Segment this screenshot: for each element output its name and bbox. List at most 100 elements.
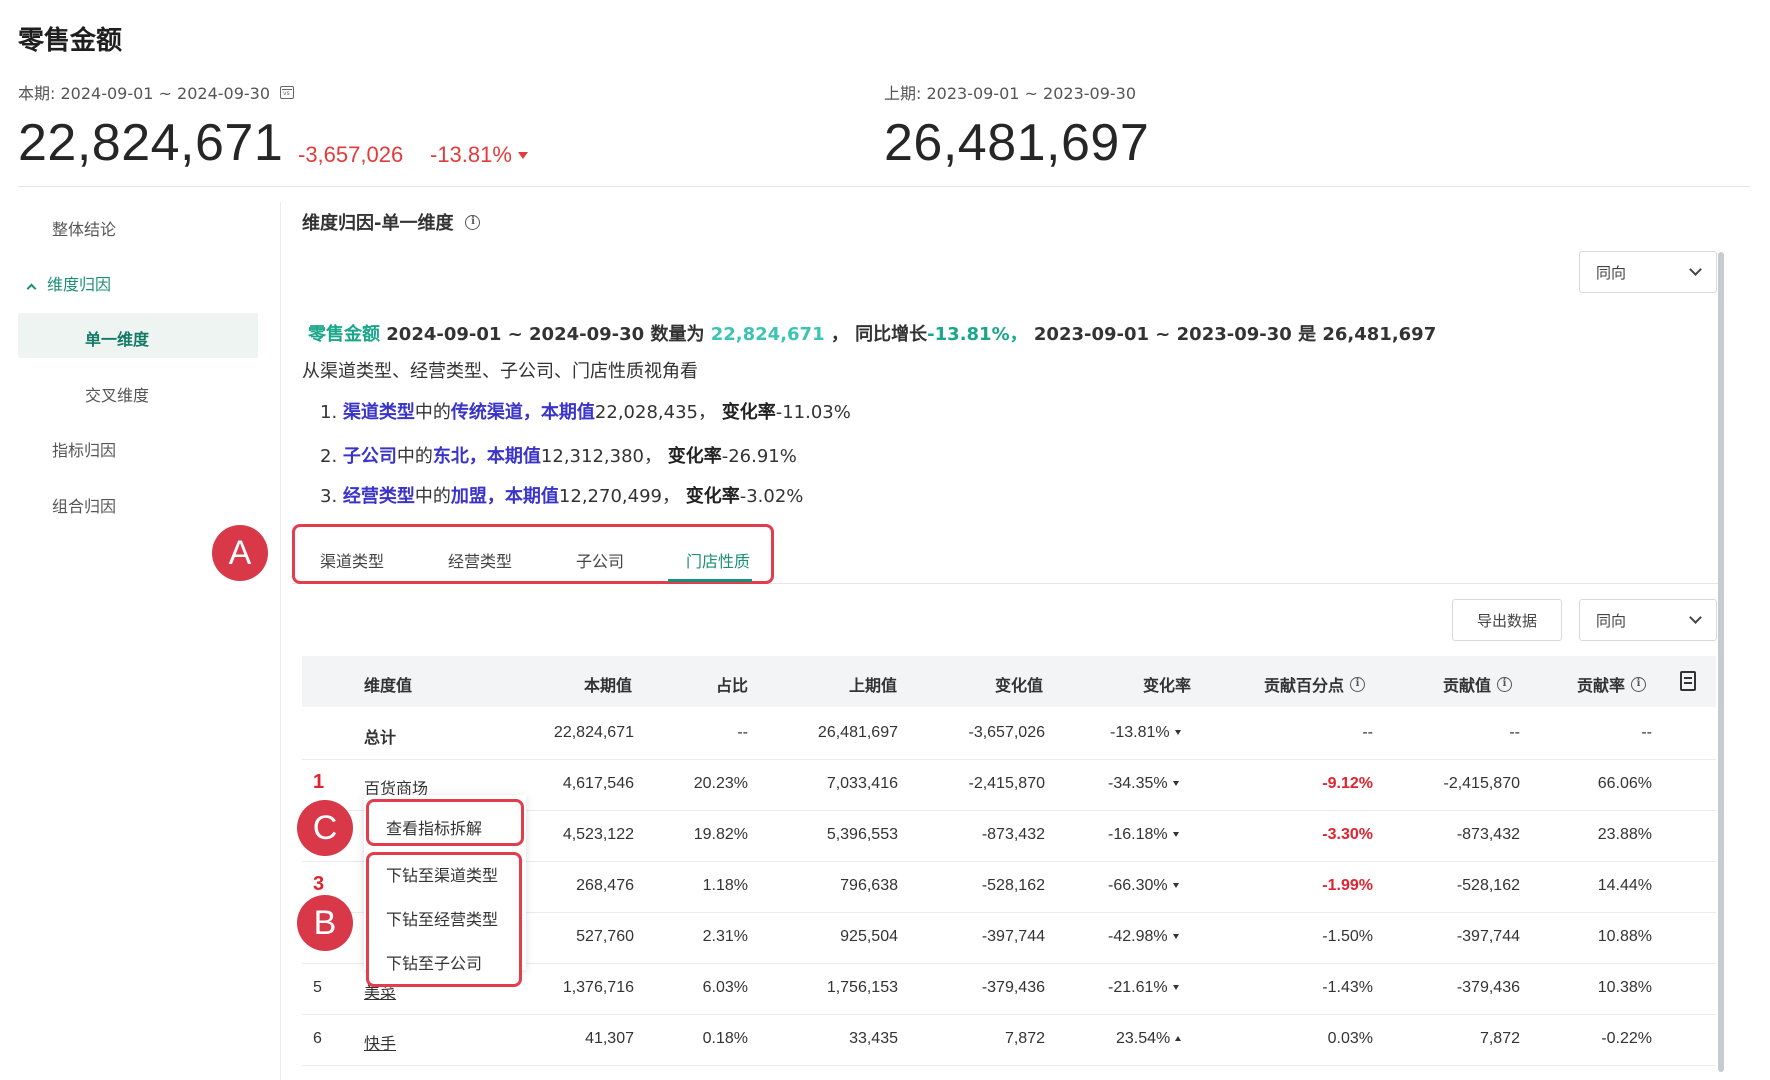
finding-current-label: 本期值 bbox=[486, 446, 541, 467]
column-header-current[interactable]: 本期值 bbox=[584, 672, 632, 696]
chevron-down-icon bbox=[1689, 610, 1702, 624]
finding-rate-label: 变化率 bbox=[721, 402, 776, 423]
export-button[interactable]: 导出数据 bbox=[1452, 599, 1562, 641]
summary-yoy: -13.81%， bbox=[927, 324, 1028, 345]
cell-contrib: -397,744 bbox=[1456, 928, 1520, 945]
finding-current-label: 本期值 bbox=[540, 402, 595, 423]
cell-previous: 1,756,153 bbox=[826, 979, 898, 996]
direction-select[interactable]: 同向 bbox=[1579, 251, 1717, 293]
cell-contrib-rate: 14.44% bbox=[1597, 877, 1652, 894]
column-header-contrib[interactable]: 贡献值 i bbox=[1443, 672, 1513, 696]
summary-sep: ， bbox=[830, 324, 849, 345]
row-divider bbox=[302, 759, 1716, 760]
summary-prev-value: 26,481,697 bbox=[1322, 324, 1437, 345]
sidebar-item-metric[interactable]: 指标归因 bbox=[52, 437, 116, 461]
page-title: 零售金额 bbox=[18, 26, 123, 56]
chevron-up-icon bbox=[26, 283, 37, 294]
annotation-badge-b: B bbox=[297, 895, 353, 951]
table-direction-select[interactable]: 同向 bbox=[1579, 599, 1717, 641]
row-divider bbox=[302, 1065, 1716, 1066]
cell-rate-value: 23.54% bbox=[1116, 1030, 1171, 1047]
sidebar-item-overall[interactable]: 整体结论 bbox=[52, 216, 116, 240]
column-header-change[interactable]: 变化值 bbox=[995, 672, 1043, 696]
finding-current: 12,312,380， bbox=[540, 446, 662, 467]
info-icon[interactable]: i bbox=[465, 214, 481, 230]
tab-business-type[interactable]: 经营类型 bbox=[448, 548, 512, 572]
cell-change: -873,432 bbox=[981, 826, 1045, 843]
cell-share: 6.03% bbox=[702, 979, 748, 996]
column-header-rate[interactable]: 变化率 bbox=[1143, 672, 1191, 696]
menu-item-drill-business[interactable]: 下钻至经营类型 bbox=[386, 906, 498, 930]
sidebar-item-dimension-label: 维度归因 bbox=[47, 275, 112, 294]
column-header-pp[interactable]: 贡献百分点 i bbox=[1264, 672, 1366, 696]
cell-pp: -- bbox=[1362, 724, 1373, 741]
section-title-text: 维度归因-单一维度 bbox=[302, 213, 454, 234]
up-arrow-icon bbox=[1175, 1036, 1182, 1042]
summary-line: 零售金额 2024-09-01 ~ 2024-09-30 数量为 22,824,… bbox=[308, 320, 1436, 346]
info-icon[interactable]: i bbox=[1631, 676, 1647, 692]
menu-item-drill-subsidiary[interactable]: 下钻至子公司 bbox=[386, 950, 482, 974]
cell-pp: 0.03% bbox=[1327, 1030, 1373, 1047]
info-icon[interactable]: i bbox=[1497, 676, 1513, 692]
sidebar-item-single-dimension[interactable]: 单一维度 bbox=[85, 326, 149, 350]
cell-contrib-rate: -- bbox=[1641, 724, 1652, 741]
row-divider bbox=[302, 1014, 1716, 1015]
cell-share: 1.18% bbox=[702, 877, 748, 894]
down-arrow-icon bbox=[1172, 781, 1179, 787]
finding-item: 3. 经营类型中的加盟，本期值12,270,499， 变化率-3.02% bbox=[320, 482, 803, 508]
cell-rate-value: -16.18% bbox=[1108, 826, 1168, 843]
finding-number: 2. bbox=[320, 446, 338, 467]
info-icon[interactable]: i bbox=[1350, 676, 1366, 692]
column-header-contrib-label: 贡献值 bbox=[1443, 676, 1492, 695]
cell-previous: 5,396,553 bbox=[826, 826, 898, 843]
cell-share: 19.82% bbox=[693, 826, 748, 843]
finding-current-label: 本期值 bbox=[504, 486, 559, 507]
cell-current: 22,824,671 bbox=[553, 724, 634, 741]
chevron-down-icon bbox=[1689, 262, 1702, 276]
cell-change: -2,415,870 bbox=[968, 775, 1045, 792]
cell-pp: -1.43% bbox=[1322, 979, 1373, 996]
current-value: 22,824,671 bbox=[18, 114, 284, 172]
delta-percent: -13.81% bbox=[430, 142, 528, 168]
cell-change: -397,744 bbox=[981, 928, 1045, 945]
tab-subsidiary[interactable]: 子公司 bbox=[576, 548, 624, 572]
sidebar-item-cross-dimension[interactable]: 交叉维度 bbox=[85, 382, 149, 406]
column-header-contrib-rate-label: 贡献率 bbox=[1577, 676, 1626, 695]
menu-item-view-breakdown[interactable]: 查看指标拆解 bbox=[386, 815, 482, 839]
column-header-contrib-rate[interactable]: 贡献率 i bbox=[1577, 672, 1647, 696]
finding-value: 东北， bbox=[432, 446, 487, 467]
finding-mid: 中的 bbox=[414, 486, 451, 507]
sidebar-item-combination[interactable]: 组合归因 bbox=[52, 493, 116, 517]
direction-select-value: 同向 bbox=[1596, 263, 1627, 282]
cell-rate: -21.61% bbox=[1108, 979, 1179, 997]
cell-current: 41,307 bbox=[585, 1030, 634, 1047]
cell-contrib-rate: 23.88% bbox=[1597, 826, 1652, 843]
previous-period-label: 上期: 2023-09-01 ~ 2023-09-30 bbox=[884, 84, 1137, 103]
column-header-share[interactable]: 占比 bbox=[716, 672, 748, 696]
cell-rate-value: -34.35% bbox=[1108, 775, 1168, 792]
cell-previous: 796,638 bbox=[840, 877, 898, 894]
cell-change: -3,657,026 bbox=[968, 724, 1045, 741]
current-period-label: 本期: 2024-09-01 ~ 2024-09-30 bbox=[18, 84, 271, 103]
down-arrow-icon bbox=[1172, 985, 1179, 991]
calendar-compare-icon[interactable]: vs bbox=[280, 85, 295, 99]
column-header-dimension[interactable]: 维度值 bbox=[364, 672, 412, 696]
cell-pp: -1.99% bbox=[1322, 877, 1373, 894]
scrollbar[interactable] bbox=[1718, 252, 1724, 1072]
cell-rate-value: -21.61% bbox=[1108, 979, 1168, 996]
sidebar-item-dimension[interactable]: 维度归因 bbox=[26, 271, 112, 295]
tab-store-nature[interactable]: 门店性质 bbox=[686, 548, 750, 572]
section-title: 维度归因-单一维度 i bbox=[302, 209, 481, 235]
cell-contrib: 7,872 bbox=[1479, 1030, 1520, 1047]
finding-value: 传统渠道， bbox=[450, 402, 541, 423]
column-header-previous[interactable]: 上期值 bbox=[849, 672, 897, 696]
cell-share: -- bbox=[737, 724, 748, 741]
column-settings-icon[interactable] bbox=[1680, 671, 1696, 691]
previous-value: 26,481,697 bbox=[884, 114, 1150, 172]
cell-contrib: -2,415,870 bbox=[1443, 775, 1520, 792]
dimension-link[interactable]: 快手 bbox=[364, 1030, 396, 1054]
down-arrow-icon bbox=[517, 151, 528, 159]
current-period: 本期: 2024-09-01 ~ 2024-09-30 vs bbox=[18, 80, 295, 104]
tab-channel-type[interactable]: 渠道类型 bbox=[320, 548, 384, 572]
menu-item-drill-channel[interactable]: 下钻至渠道类型 bbox=[386, 862, 498, 886]
